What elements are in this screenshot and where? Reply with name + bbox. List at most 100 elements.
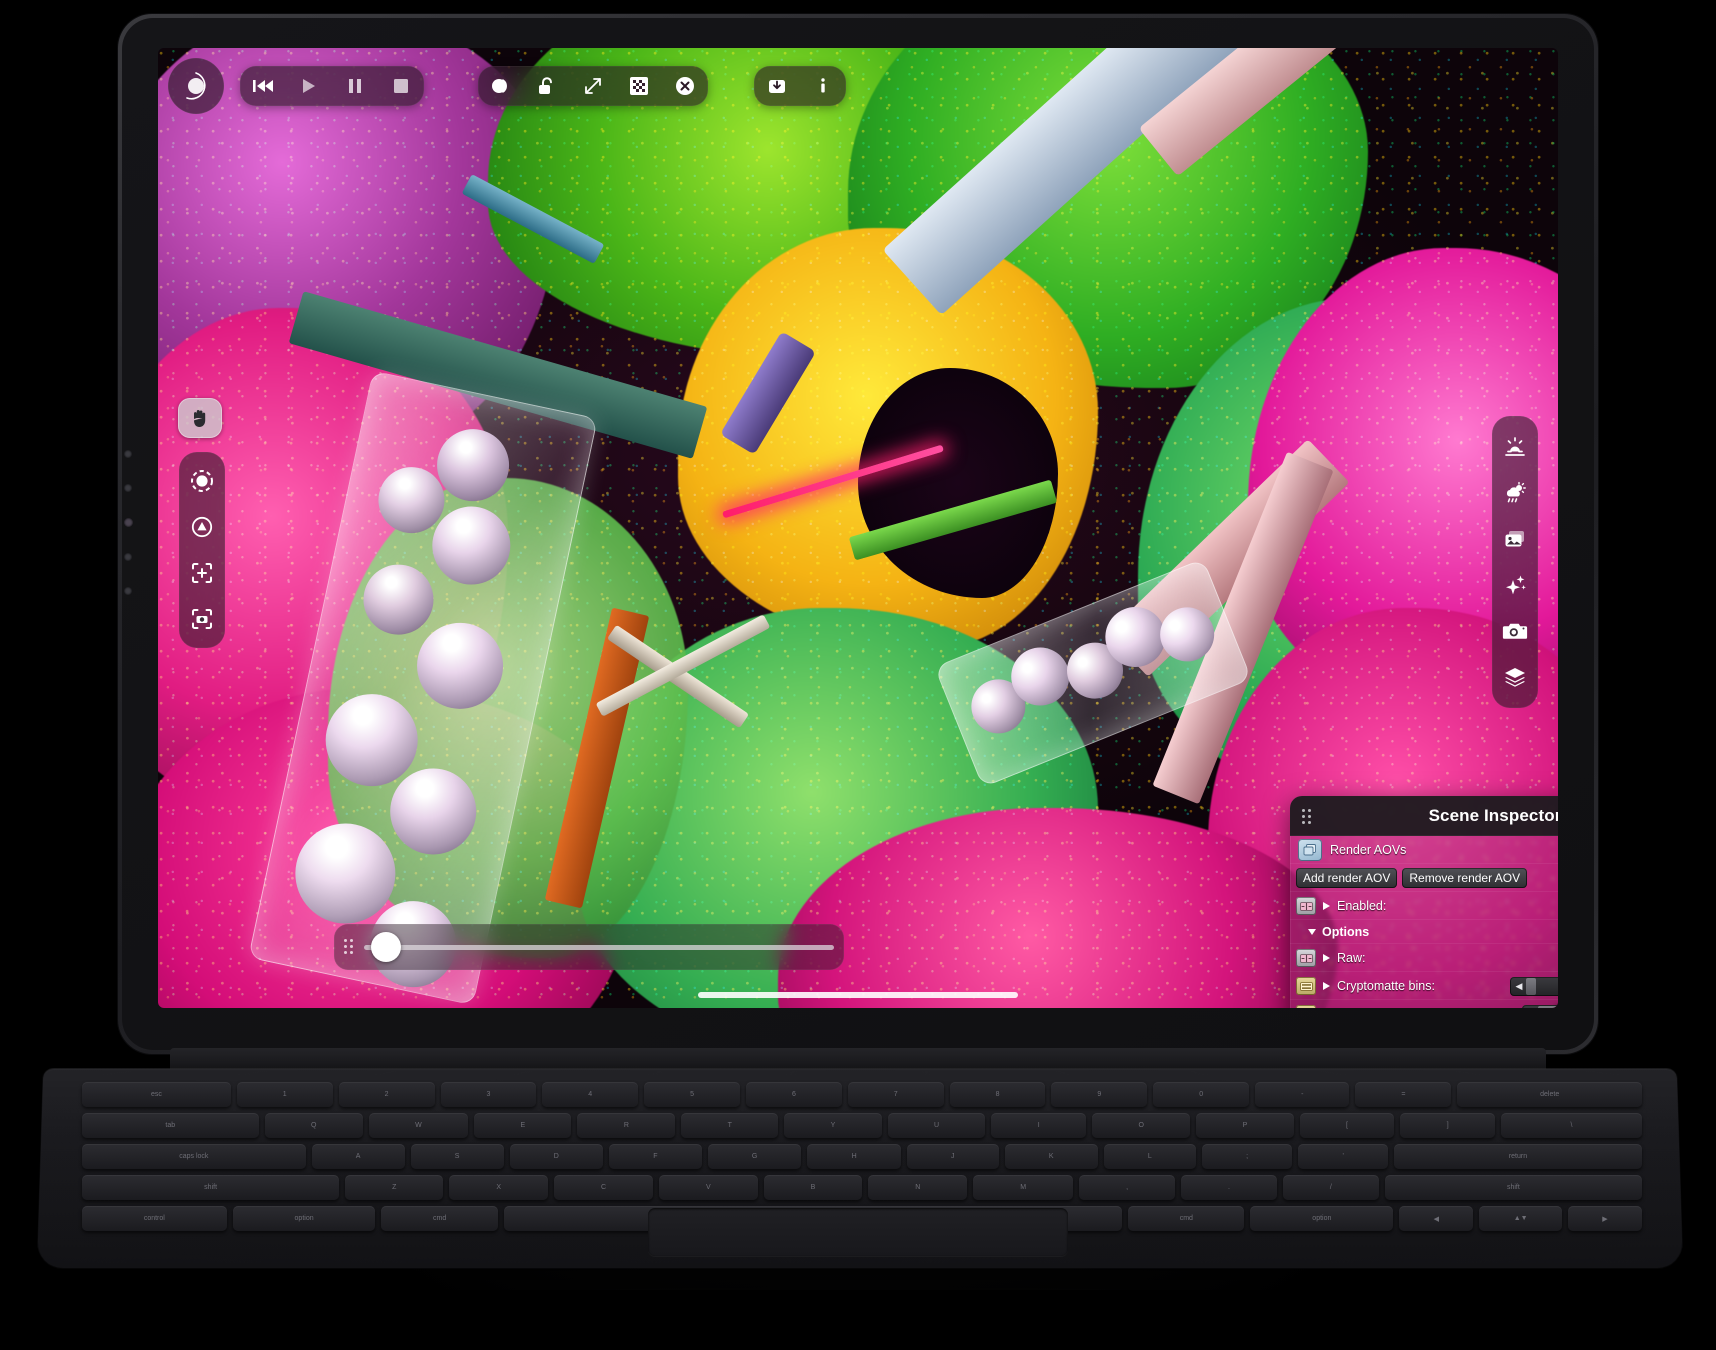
key[interactable]: ◀ bbox=[1399, 1206, 1474, 1231]
playhead-knob[interactable] bbox=[371, 932, 401, 962]
key[interactable]: C bbox=[554, 1175, 654, 1200]
cryptomatte-bins-spinner[interactable]: ◀ 6 ▶ bbox=[1510, 976, 1558, 996]
raw-row[interactable]: Raw: ✓ bbox=[1290, 944, 1558, 972]
playhead-slider[interactable] bbox=[364, 932, 834, 962]
record-button[interactable] bbox=[168, 58, 224, 114]
key[interactable]: I bbox=[991, 1113, 1087, 1138]
key[interactable]: O bbox=[1092, 1113, 1191, 1138]
key[interactable]: N bbox=[868, 1175, 968, 1200]
enabled-row[interactable]: Enabled: ✓ bbox=[1290, 892, 1558, 920]
key[interactable]: 9 bbox=[1051, 1082, 1148, 1107]
disclosure-down-icon[interactable] bbox=[1308, 929, 1316, 935]
render-mode-button[interactable] bbox=[478, 66, 524, 106]
key[interactable]: / bbox=[1282, 1175, 1379, 1200]
key[interactable]: U bbox=[887, 1113, 986, 1138]
key[interactable]: E bbox=[474, 1113, 572, 1138]
environment-sunset-button[interactable] bbox=[1492, 424, 1538, 470]
effects-button[interactable] bbox=[1492, 562, 1538, 608]
aperture-tool[interactable] bbox=[179, 458, 225, 504]
key[interactable]: 6 bbox=[745, 1082, 842, 1107]
sky-weather-button[interactable] bbox=[1492, 470, 1538, 516]
key[interactable]: K bbox=[1004, 1144, 1098, 1169]
key[interactable]: ▲▼ bbox=[1479, 1206, 1562, 1231]
key[interactable]: F bbox=[609, 1144, 702, 1169]
cryptomatte-bins-row[interactable]: Cryptomatte bins: ◀ 6 ▶ bbox=[1290, 972, 1558, 1000]
pause-button[interactable] bbox=[332, 66, 378, 106]
image-library-button[interactable] bbox=[1492, 516, 1538, 562]
options-group-header[interactable]: Options bbox=[1290, 920, 1558, 944]
cryptomatte-seed-factor-row[interactable]: Cryptomatte seed factor: ◀ 10 ▶ bbox=[1290, 1000, 1558, 1008]
key[interactable]: L bbox=[1103, 1144, 1196, 1169]
disclosure-right-icon[interactable] bbox=[1323, 982, 1330, 990]
key[interactable]: , bbox=[1079, 1175, 1176, 1200]
remove-render-aov-button[interactable]: Remove render AOV bbox=[1402, 868, 1528, 888]
checkerboard-button[interactable] bbox=[616, 66, 662, 106]
trackpad[interactable] bbox=[648, 1208, 1068, 1256]
disclosure-right-icon[interactable] bbox=[1323, 954, 1330, 962]
key[interactable]: caps lock bbox=[82, 1144, 306, 1169]
key[interactable]: - bbox=[1255, 1082, 1350, 1107]
add-focus-tool[interactable] bbox=[179, 550, 225, 596]
key[interactable]: B bbox=[763, 1175, 863, 1200]
lock-button[interactable] bbox=[524, 66, 570, 106]
key[interactable]: 0 bbox=[1153, 1082, 1250, 1107]
key[interactable]: option bbox=[1250, 1206, 1394, 1231]
layers-button[interactable] bbox=[1492, 654, 1538, 700]
key[interactable]: . bbox=[1181, 1175, 1277, 1200]
key[interactable]: G bbox=[707, 1144, 802, 1169]
key[interactable]: 3 bbox=[440, 1082, 537, 1107]
key[interactable]: 8 bbox=[949, 1082, 1046, 1107]
key[interactable]: return bbox=[1393, 1144, 1642, 1169]
camera-focus-tool[interactable] bbox=[179, 596, 225, 642]
inspector-titlebar[interactable]: Scene Inspector bbox=[1290, 796, 1558, 836]
add-render-aov-button[interactable]: Add render AOV bbox=[1296, 868, 1398, 888]
key[interactable]: cmd bbox=[381, 1206, 498, 1231]
key[interactable]: 5 bbox=[644, 1082, 740, 1107]
camera-button[interactable] bbox=[1492, 608, 1538, 654]
play-button[interactable] bbox=[286, 66, 332, 106]
key[interactable]: H bbox=[807, 1144, 901, 1169]
hand-tool[interactable] bbox=[178, 398, 222, 438]
key[interactable]: 7 bbox=[847, 1082, 944, 1107]
cancel-button[interactable] bbox=[662, 66, 708, 106]
key[interactable]: P bbox=[1196, 1113, 1294, 1138]
key[interactable]: V bbox=[659, 1175, 758, 1200]
info-button[interactable] bbox=[800, 66, 846, 106]
key[interactable]: R bbox=[577, 1113, 676, 1138]
scene-inspector-panel[interactable]: Scene Inspector Render AOVs Add render A… bbox=[1290, 796, 1558, 1008]
key[interactable]: Q bbox=[264, 1113, 363, 1138]
rewind-button[interactable] bbox=[240, 66, 286, 106]
resize-button[interactable] bbox=[570, 66, 616, 106]
key[interactable]: tab bbox=[81, 1113, 259, 1138]
key[interactable]: 4 bbox=[542, 1082, 639, 1107]
key[interactable]: 2 bbox=[338, 1082, 435, 1107]
key[interactable]: ] bbox=[1400, 1113, 1496, 1138]
key[interactable]: S bbox=[410, 1144, 504, 1169]
keyboard-keys[interactable]: esc 1 2 3 4 5 6 7 8 9 0 - = delete tab Q… bbox=[81, 1082, 1643, 1231]
key[interactable]: shift bbox=[1384, 1175, 1642, 1200]
key[interactable]: W bbox=[368, 1113, 469, 1138]
key[interactable]: cmd bbox=[1128, 1206, 1245, 1231]
key[interactable]: ▶ bbox=[1567, 1206, 1643, 1231]
export-button[interactable] bbox=[754, 66, 800, 106]
key[interactable]: Y bbox=[784, 1113, 882, 1138]
cone-light-tool[interactable] bbox=[179, 504, 225, 550]
key[interactable]: esc bbox=[82, 1082, 231, 1107]
key[interactable]: shift bbox=[82, 1175, 340, 1200]
drag-grip-icon[interactable] bbox=[344, 939, 356, 955]
key[interactable]: T bbox=[681, 1113, 779, 1138]
home-indicator[interactable] bbox=[698, 992, 1018, 998]
key[interactable]: ; bbox=[1201, 1144, 1293, 1169]
key[interactable]: ' bbox=[1298, 1144, 1388, 1169]
key[interactable]: Z bbox=[345, 1175, 444, 1200]
key[interactable]: \ bbox=[1501, 1113, 1643, 1138]
disclosure-right-icon[interactable] bbox=[1323, 902, 1330, 910]
key[interactable]: M bbox=[973, 1175, 1074, 1200]
key[interactable]: delete bbox=[1457, 1082, 1642, 1107]
key[interactable]: J bbox=[906, 1144, 999, 1169]
key[interactable]: X bbox=[449, 1175, 549, 1200]
cryptomatte-seed-factor-spinner[interactable]: ◀ 10 ▶ bbox=[1522, 1004, 1558, 1008]
stop-button[interactable] bbox=[378, 66, 424, 106]
key[interactable]: 1 bbox=[236, 1082, 333, 1107]
key[interactable]: A bbox=[311, 1144, 405, 1169]
